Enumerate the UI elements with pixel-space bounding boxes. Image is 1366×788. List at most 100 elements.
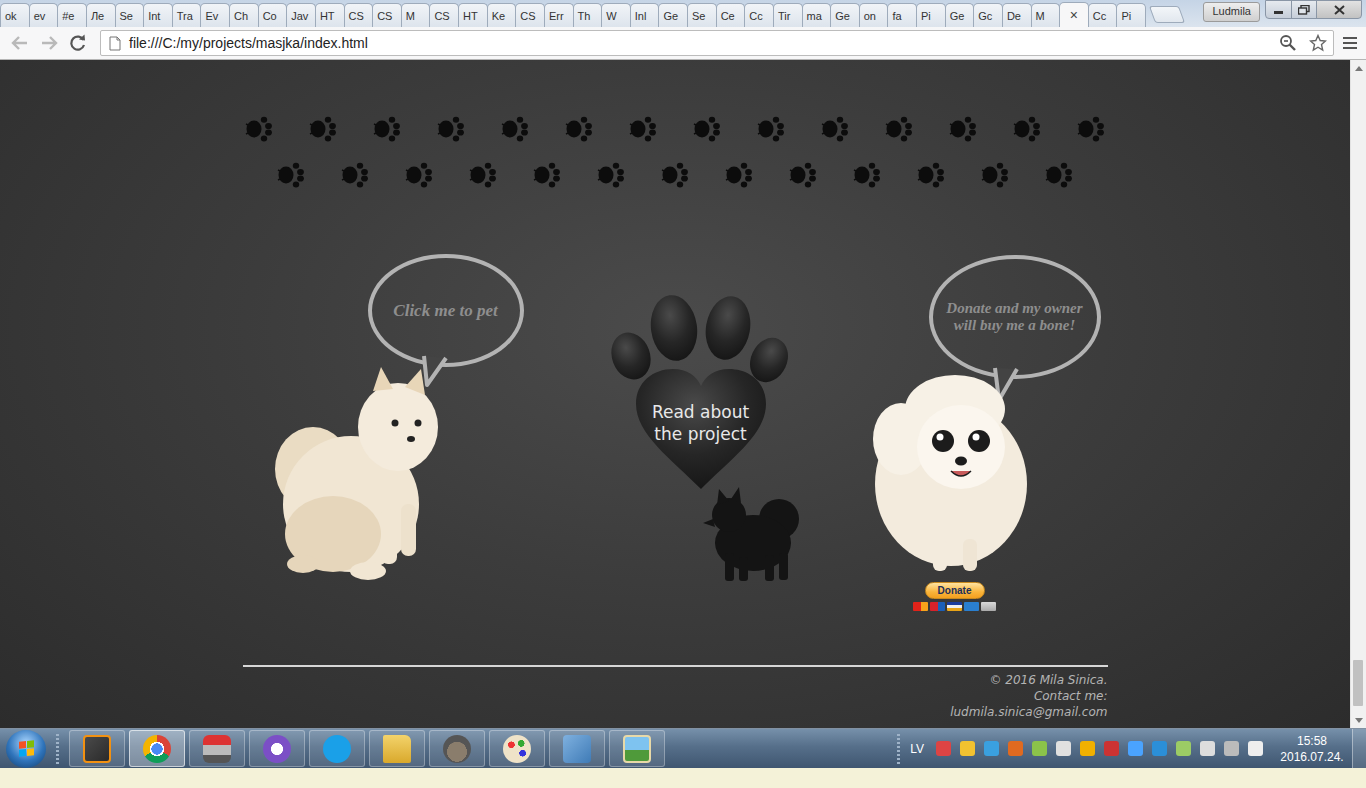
browser-tab[interactable]: HT [315,3,345,27]
tray-app-icon[interactable] [1032,741,1047,756]
close-button[interactable] [1316,0,1362,19]
tray-app-icon[interactable] [1176,741,1191,756]
tab-label: Cc [749,10,762,22]
tray-app-icon[interactable] [936,741,951,756]
tab-label: Th [578,10,591,22]
browser-tab[interactable]: ok [0,3,30,27]
browser-tab[interactable]: Th [573,3,603,27]
read-about-project-link[interactable]: Read about the project [611,294,791,489]
browser-tab[interactable]: Ch [229,3,259,27]
page-icon [109,36,121,51]
new-tab-button[interactable] [1149,6,1185,23]
browser-tab[interactable]: on [859,3,889,27]
browser-tab[interactable]: Int [143,3,173,27]
scroll-down-button[interactable] [1351,712,1366,728]
reload-button[interactable] [65,31,91,55]
browser-tab[interactable]: Se [687,3,717,27]
profile-button[interactable]: Ludmila [1203,2,1260,22]
taskbar-app[interactable] [249,730,305,767]
toolbar: file:///C:/my/projects/masjka/index.html [0,27,1366,60]
bookmark-star-icon[interactable] [1309,34,1327,52]
browser-tab[interactable]: Gc [973,3,1003,27]
browser-tab[interactable]: M [401,3,431,27]
browser-tab[interactable]: Inl [630,3,660,27]
browser-tab[interactable]: Ge [658,3,688,27]
browser-tab[interactable]: Ле [86,3,116,27]
language-indicator[interactable]: LV [910,742,924,756]
paw-print-icon [245,116,273,142]
browser-tab[interactable]: Ge [945,3,975,27]
browser-tab[interactable]: #e [57,3,87,27]
browser-tab[interactable]: Cc [1088,3,1118,27]
browser-tab[interactable]: Ce [716,3,746,27]
taskbar-app[interactable] [429,730,485,767]
zoom-icon[interactable] [1279,34,1297,52]
taskbar-app[interactable] [129,730,185,767]
tray-app-icon[interactable] [1200,741,1215,756]
browser-tab[interactable]: Pi [916,3,946,27]
show-desktop-button[interactable] [1352,729,1366,768]
browser-tab[interactable]: Ev [200,3,230,27]
browser-tab[interactable]: fa [887,3,917,27]
taskbar-app[interactable] [369,730,425,767]
address-bar[interactable]: file:///C:/my/projects/masjka/index.html [100,30,1334,56]
taskbar-gripper [56,734,59,764]
dog-photo[interactable] [273,359,443,584]
donate-button[interactable]: Donate [925,582,985,599]
contact-email[interactable]: ludmila.sinica@gmail.com [243,704,1108,720]
browser-tab[interactable]: × [1059,2,1089,27]
maestro-icon [930,602,945,611]
tab-label: CS [520,10,535,22]
taskbar-app[interactable] [549,730,605,767]
browser-tab[interactable]: Tir [773,3,803,27]
scroll-up-button[interactable] [1351,60,1366,76]
browser-tab[interactable]: Tra [172,3,202,27]
browser-tab[interactable]: Co [258,3,288,27]
clock[interactable]: 15:582016.07.24. [1276,733,1348,765]
browser-tab[interactable]: Err [544,3,574,27]
tray-app-icon[interactable] [984,741,999,756]
browser-tab[interactable]: Ke [487,3,517,27]
paw-print-icon [533,162,561,188]
tray-app-icon[interactable] [1008,741,1023,756]
chrome-menu-button[interactable] [1340,37,1360,49]
browser-viewport: Click me to petRead about the projectDon… [0,60,1366,728]
start-button[interactable] [6,730,46,768]
restore-button[interactable] [1291,0,1317,19]
browser-tab[interactable]: Jav [286,3,316,27]
browser-tab[interactable]: ma [802,3,832,27]
browser-tab[interactable]: CS [429,3,459,27]
donate-bubble-text: Donate and my owner will buy me a bone! [940,300,1090,335]
browser-tab[interactable]: CS [515,3,545,27]
scrollbar[interactable] [1350,60,1366,728]
taskbar-app[interactable] [69,730,125,767]
tab-close-button[interactable]: × [1070,8,1078,22]
browser-tab[interactable]: Ge [830,3,860,27]
taskbar-app[interactable] [489,730,545,767]
tray-app-icon[interactable] [1128,741,1143,756]
forward-button[interactable] [36,31,62,55]
back-button[interactable] [7,31,33,55]
browser-tab[interactable]: De [1002,3,1032,27]
browser-tab[interactable]: CS [372,3,402,27]
tray-app-icon[interactable] [1152,741,1167,756]
minimize-button[interactable] [1265,0,1292,19]
taskbar-app[interactable] [309,730,365,767]
browser-tab[interactable]: Cc [744,3,774,27]
browser-tab[interactable]: HT [458,3,488,27]
tray-app-icon[interactable] [1104,741,1119,756]
tray-app-icon[interactable] [960,741,975,756]
tray-app-icon[interactable] [1080,741,1095,756]
browser-tab[interactable]: M [1031,3,1061,27]
browser-tab[interactable]: Se [115,3,145,27]
taskbar-app[interactable] [189,730,245,767]
tray-app-icon[interactable] [1248,741,1263,756]
tray-app-icon[interactable] [1224,741,1239,756]
browser-tab[interactable]: CS [344,3,374,27]
scroll-thumb[interactable] [1353,660,1363,706]
taskbar-app[interactable] [609,730,665,767]
browser-tab[interactable]: W [601,3,631,27]
tray-app-icon[interactable] [1056,741,1071,756]
browser-tab[interactable]: ev [29,3,59,27]
browser-tab[interactable]: Pi [1116,3,1146,27]
